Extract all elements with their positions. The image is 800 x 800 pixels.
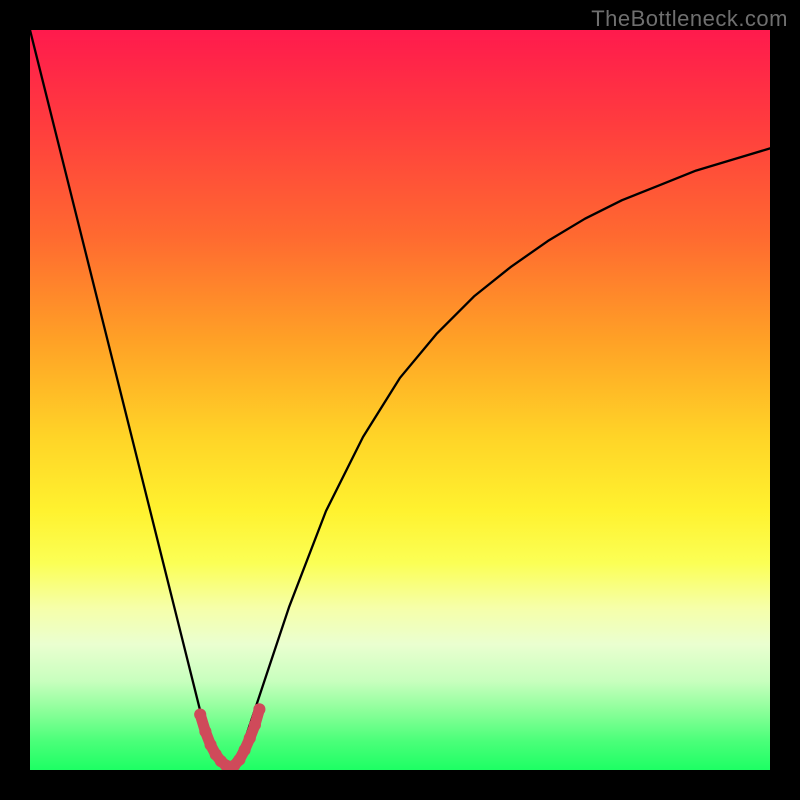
series-valley-marker-dot <box>239 744 251 756</box>
series-valley-marker-dot <box>253 703 265 715</box>
watermark-text: TheBottleneck.com <box>591 6 788 32</box>
chart-gradient-frame <box>30 30 770 770</box>
series-left-branch <box>30 30 230 765</box>
series-valley-marker-dot <box>199 725 211 737</box>
series-right-branch <box>230 148 770 764</box>
series-valley-marker-dot <box>194 708 206 720</box>
series-valley-marker-dot <box>244 732 256 744</box>
series-valley-marker-dot <box>249 719 261 731</box>
chart-svg <box>30 30 770 770</box>
